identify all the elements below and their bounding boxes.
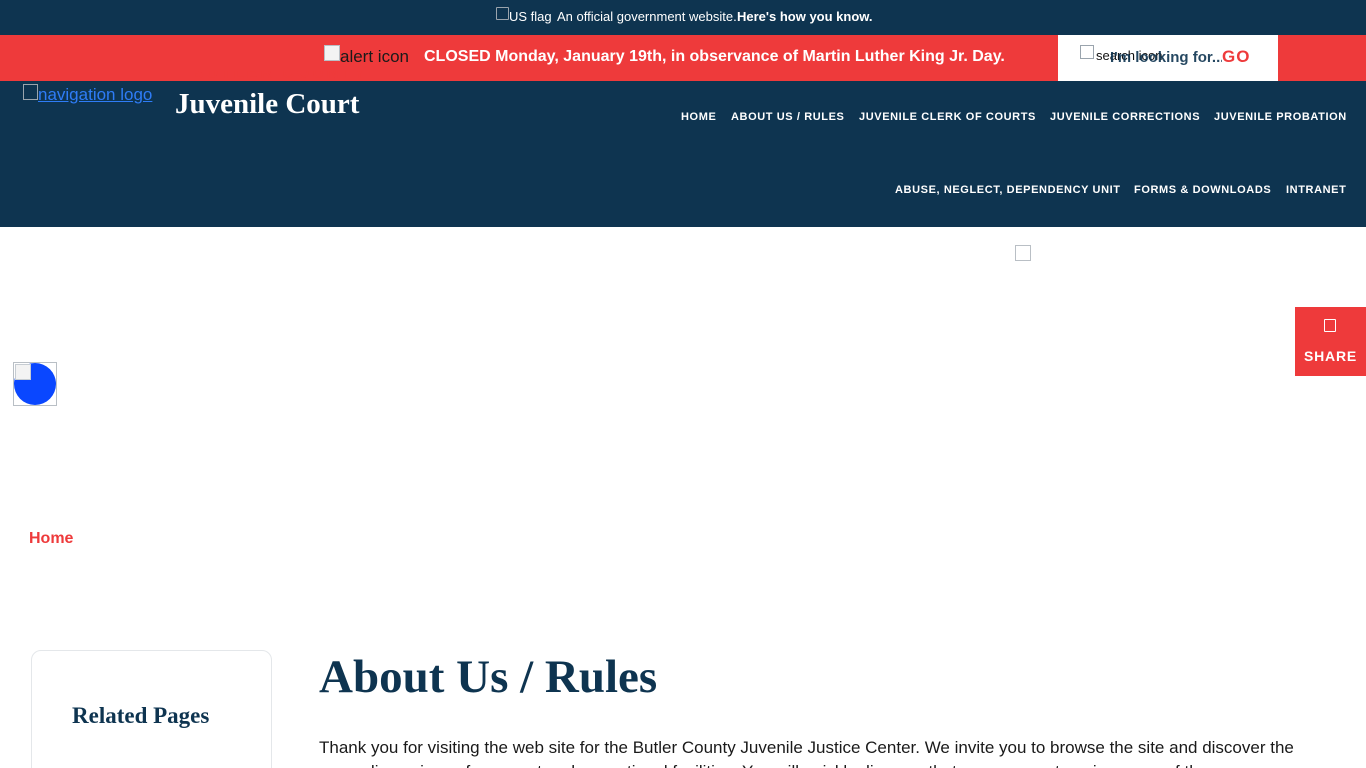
related-pages-card: Related Pages (31, 650, 272, 768)
nav-intranet[interactable]: INTRANET (1286, 184, 1346, 196)
alert-message: CLOSED Monday, January 19th, in observan… (424, 48, 1005, 65)
navigation-logo-icon[interactable] (23, 84, 38, 100)
brand-title[interactable]: Juvenile Court (175, 88, 359, 121)
us-flag-icon (496, 7, 509, 20)
nav-juvenile-clerk-of-courts[interactable]: JUVENILE CLERK OF COURTS (859, 111, 1036, 123)
related-pages-title: Related Pages (72, 703, 210, 728)
how-you-know-link[interactable]: Here's how you know. (737, 9, 873, 24)
accessibility-image-icon (15, 364, 31, 380)
share-icon (1324, 319, 1336, 332)
gov-banner: US flag An official government website. … (0, 0, 1366, 35)
breadcrumb-home[interactable]: Home (29, 530, 73, 548)
alert-icon (324, 45, 340, 61)
nav-home[interactable]: HOME (681, 111, 716, 123)
accessibility-widget-button[interactable] (13, 362, 57, 406)
navigation-logo-link[interactable]: navigation logo (38, 85, 152, 105)
nav-forms-downloads[interactable]: FORMS & DOWNLOADS (1134, 184, 1271, 196)
site-header: navigation logo BUTLER COUNTY Juvenile C… (0, 71, 1366, 227)
official-website-text: An official government website. (557, 9, 737, 24)
hero-image-icon (1015, 245, 1031, 261)
nav-juvenile-corrections[interactable]: JUVENILE CORRECTIONS (1050, 111, 1200, 123)
share-button[interactable]: SHARE (1295, 307, 1366, 376)
nav-about-us-rules[interactable]: ABOUT US / RULES (731, 111, 845, 123)
search-go-button[interactable]: GO (1222, 47, 1250, 67)
nav-abuse-neglect-dependency[interactable]: ABUSE, NEGLECT, DEPENDENCY UNIT (895, 184, 1121, 196)
search-icon (1080, 45, 1094, 59)
search-input[interactable] (1110, 46, 1222, 68)
search-box: search icon GO (1058, 35, 1278, 81)
brand-county: BUTLER COUNTY (192, 71, 368, 82)
us-flag-alt-text: US flag (509, 9, 552, 24)
share-label: SHARE (1303, 348, 1357, 364)
nav-juvenile-probation[interactable]: JUVENILE PROBATION (1214, 111, 1347, 123)
alert-icon-alt-text: alert icon (340, 47, 409, 66)
page-title: About Us / Rules (319, 651, 658, 703)
intro-paragraph: Thank you for visiting the web site for … (319, 738, 1294, 768)
